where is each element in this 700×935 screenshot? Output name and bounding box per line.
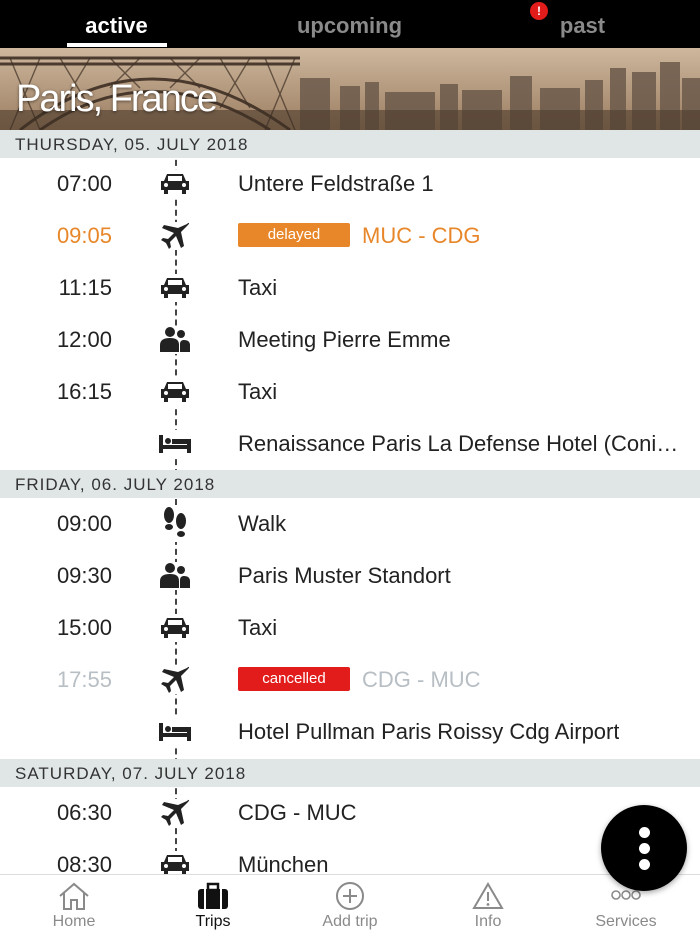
nav-label: Home xyxy=(52,913,96,930)
home-icon xyxy=(59,882,89,910)
item-time: 09:30 xyxy=(56,563,112,588)
list-item[interactable]: 07:00 Untere Feldstraße 1 xyxy=(0,158,700,210)
car-icon xyxy=(156,378,194,406)
nav-label: Trips xyxy=(195,913,231,930)
item-description: Taxi xyxy=(238,615,278,640)
list-item[interactable]: 09:00 Walk xyxy=(0,498,700,550)
meeting-icon xyxy=(156,326,194,354)
list-item[interactable]: 15:00 Taxi xyxy=(0,602,700,654)
item-description: München xyxy=(238,852,329,874)
info-alert-badge: ! xyxy=(530,2,548,20)
tab-upcoming[interactable]: upcoming xyxy=(233,0,466,48)
list-item[interactable]: 06:30 CDG - MUC xyxy=(0,787,700,839)
item-time: 15:00 xyxy=(56,615,112,640)
hotel-bed-icon xyxy=(156,718,194,746)
item-time: 17:55 xyxy=(56,667,112,692)
vertical-dots-icon xyxy=(639,827,650,838)
nav-trips[interactable]: Trips xyxy=(143,875,283,935)
status-badge-cancelled: cancelled xyxy=(238,667,350,691)
list-item[interactable]: 12:00 Meeting Pierre Emme xyxy=(0,314,700,366)
item-time: 16:15 xyxy=(56,379,112,404)
nav-home[interactable]: Home xyxy=(4,875,144,935)
list-item[interactable]: 09:05 delayed MUC - CDG xyxy=(0,210,700,262)
list-item[interactable]: 17:55 cancelled CDG - MUC xyxy=(0,654,700,706)
car-icon xyxy=(156,274,194,302)
item-time: 11:15 xyxy=(58,275,112,300)
plane-icon xyxy=(156,666,194,694)
flight-route: MUC - CDG xyxy=(362,223,481,248)
car-icon xyxy=(156,170,194,198)
tab-active[interactable]: active xyxy=(0,0,233,48)
destination-title: Paris, France xyxy=(16,78,218,120)
item-time: 09:05 xyxy=(56,223,112,248)
list-item[interactable]: 09:30 Paris Muster Standort xyxy=(0,550,700,602)
active-tab-indicator xyxy=(67,43,167,47)
footsteps-icon xyxy=(156,506,194,542)
item-description: Meeting Pierre Emme xyxy=(238,327,451,352)
item-description: Paris Muster Standort xyxy=(238,563,451,588)
item-description: Untere Feldstraße 1 xyxy=(238,171,434,196)
item-time: 07:00 xyxy=(56,171,112,196)
item-description: CDG - MUC xyxy=(238,800,357,825)
item-description: Taxi xyxy=(238,275,278,300)
nav-info[interactable]: Info xyxy=(418,875,558,935)
hotel-bed-icon xyxy=(156,430,194,458)
list-item[interactable]: 08:30 München xyxy=(0,839,700,874)
item-description: Taxi xyxy=(238,379,278,404)
status-badge-delayed: delayed xyxy=(238,223,350,247)
item-time: 06:30 xyxy=(56,800,112,825)
plane-icon xyxy=(156,222,194,250)
warning-icon xyxy=(472,882,504,909)
item-time: 08:30 xyxy=(56,852,112,874)
list-item[interactable]: Renaissance Paris La Defense Hotel (Coni… xyxy=(0,418,700,470)
car-icon xyxy=(156,851,194,874)
day-header: THURSDAY, 05. JULY 2018 xyxy=(0,130,700,158)
day-header: SATURDAY, 07. JULY 2018 xyxy=(0,759,700,787)
day-header: FRIDAY, 06. JULY 2018 xyxy=(0,470,700,498)
item-time: 09:00 xyxy=(56,511,112,536)
nav-add-trip[interactable]: Add trip xyxy=(280,875,420,935)
meeting-icon xyxy=(156,562,194,590)
bottom-navigation: Home Trips Add trip Info Services xyxy=(0,874,700,935)
list-item[interactable]: Hotel Pullman Paris Roissy Cdg Airport xyxy=(0,706,700,758)
item-time: 12:00 xyxy=(56,327,112,352)
flight-route: CDG - MUC xyxy=(362,667,481,692)
destination-hero-image: Paris, France xyxy=(0,48,700,130)
list-item[interactable]: 11:15 Taxi xyxy=(0,262,700,314)
tab-past[interactable]: past xyxy=(466,0,699,48)
itinerary-list[interactable]: THURSDAY, 05. JULY 2018 07:00 Untere Fel… xyxy=(0,130,700,874)
car-icon xyxy=(156,614,194,642)
plane-icon xyxy=(156,799,194,827)
item-description: Hotel Pullman Paris Roissy Cdg Airport xyxy=(238,719,620,744)
nav-label: Services xyxy=(595,913,657,930)
more-actions-button[interactable] xyxy=(601,805,687,891)
list-item[interactable]: 16:15 Taxi xyxy=(0,366,700,418)
item-description: Renaissance Paris La Defense Hotel (Coni… xyxy=(238,431,679,456)
trip-filter-tabs: active upcoming past xyxy=(0,0,700,48)
item-description: Walk xyxy=(238,511,287,536)
nav-label: Info xyxy=(474,913,502,930)
add-circle-icon xyxy=(336,882,364,910)
suitcase-icon xyxy=(198,882,228,909)
nav-label: Add trip xyxy=(322,913,378,930)
